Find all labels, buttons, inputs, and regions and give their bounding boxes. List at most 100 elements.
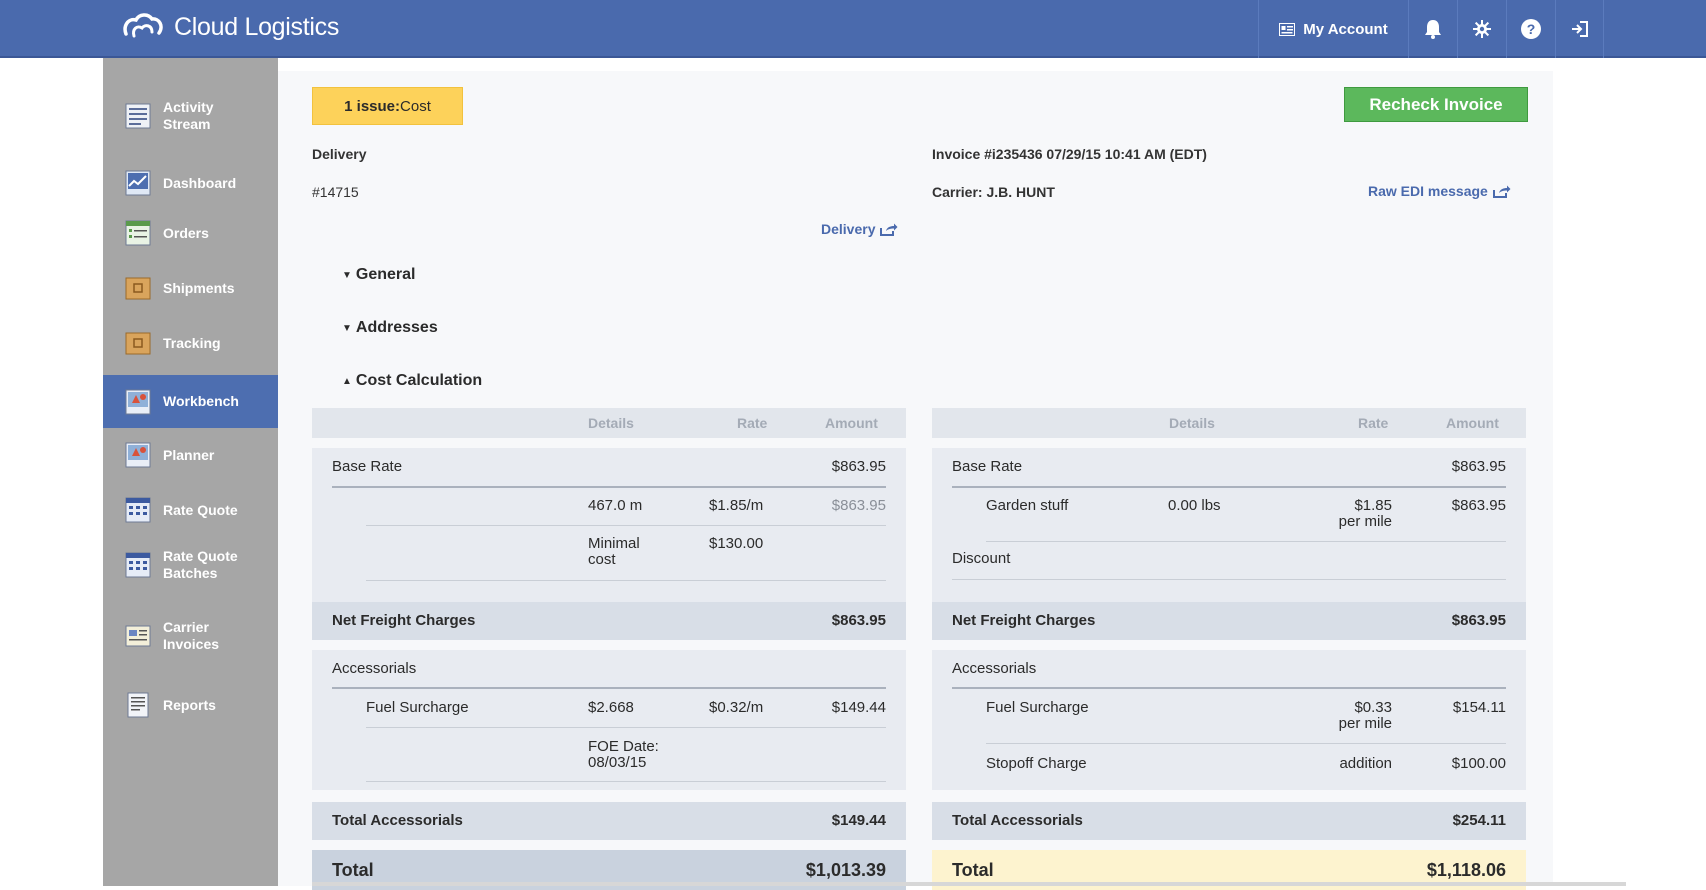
rate-value: $0.32/m [709,699,764,716]
invoice-info: Invoice #i235436 07/29/15 10:41 AM (EDT) [932,146,1207,162]
sidebar-item-label: Carrier Invoices [163,619,220,652]
section-general[interactable]: ▼ General [342,266,416,284]
cloud-logo-icon [123,13,163,38]
sidebar-item-activity-stream[interactable]: Activity Stream [103,91,278,141]
account-card-icon [1279,22,1296,36]
tracking-icon [125,332,151,355]
detail-value: $2.668 [588,699,634,716]
section-addresses[interactable]: ▼ Addresses [342,319,438,337]
accessorial-name: Fuel Surcharge [986,699,1089,716]
sidebar-item-rate-quote-batches[interactable]: Rate Quote Batches [103,540,278,590]
rate-value: $1.85 per mile [1338,497,1392,530]
my-account-label: My Account [1303,20,1388,38]
rate-value: $1.85/m [709,497,764,514]
rate-quote-icon [125,497,151,523]
section-cost-calculation[interactable]: ▲ Cost Calculation [342,372,482,390]
activity-stream-icon [125,103,151,129]
horizontal-scrollbar[interactable] [312,882,1626,886]
detail-value: Minimal cost [588,535,640,568]
issue-badge[interactable]: 1 issue: Cost [312,87,463,125]
logo[interactable]: Cloud Logistics [122,12,339,42]
discount-label: Discount [952,550,1011,567]
delivery-link-label: Delivery [821,221,876,237]
top-nav: My Account ? [1258,0,1604,58]
table-header: Details Rate Amount [312,408,906,438]
raw-edi-label: Raw EDI message [1368,183,1488,199]
col-rate: Rate [1358,415,1389,431]
sidebar-item-dashboard[interactable]: Dashboard [103,158,278,208]
external-link-icon [880,223,898,236]
net-freight-amount: $863.95 [1451,612,1506,629]
divider [366,781,886,782]
sidebar-item-label: Rate Quote Batches [163,548,238,581]
col-amount: Amount [825,415,878,431]
total-amount: $1,118.06 [1426,860,1506,880]
net-freight-row: Net Freight Charges $863.95 [932,602,1526,640]
settings-button[interactable] [1457,0,1506,58]
total-accessorials-label: Total Accessorials [952,812,1083,829]
table-header: Details Rate Amount [932,408,1526,438]
base-rate-label: Base Rate [332,458,403,475]
sidebar-item-carrier-invoices[interactable]: Carrier Invoices [103,611,278,661]
total-accessorials-row: Total Accessorials $149.44 [312,802,906,840]
detail-value: FOE Date: 08/03/15 [588,738,659,771]
amount-value: $100.00 [1451,755,1506,772]
sidebar-item-orders[interactable]: Orders [103,208,278,258]
net-freight-label: Net Freight Charges [952,612,1096,629]
sidebar-item-label: Activity Stream [163,99,214,132]
total-amount: $1,013.39 [805,860,886,880]
sidebar-item-reports[interactable]: Reports [103,680,278,730]
notifications-button[interactable] [1408,0,1457,58]
accessorials-block: Accessorials Fuel Surcharge $2.668 $0.32… [312,650,906,790]
shipments-icon [125,277,151,300]
sidebar-item-label: Shipments [163,279,235,296]
svg-text:?: ? [1527,21,1536,37]
sidebar-item-planner[interactable]: Planner [103,430,278,480]
divider [332,687,886,689]
sidebar-item-tracking[interactable]: Tracking [103,318,278,368]
issue-count: 1 issue: [344,97,401,115]
divider [366,727,886,728]
base-rate-label: Base Rate [952,458,1023,475]
top-bar: Cloud Logistics My Account ? [0,0,1706,58]
sidebar-item-workbench[interactable]: Workbench [103,375,278,428]
col-rate: Rate [737,415,768,431]
section-title: General [355,266,416,283]
app-title: Cloud Logistics [174,12,340,41]
accessorials-block: Accessorials Fuel Surcharge $0.33 per mi… [932,650,1526,790]
sidebar-item-rate-quote[interactable]: Rate Quote [103,485,278,535]
divider [952,579,1506,580]
my-account-button[interactable]: My Account [1258,0,1408,58]
col-details: Details [1169,415,1215,431]
divider [366,580,886,581]
raw-edi-link[interactable]: Raw EDI message [1368,183,1511,199]
sidebar-item-shipments[interactable]: Shipments [103,263,278,313]
help-button[interactable]: ? [1506,0,1555,58]
sidebar-item-label: Planner [163,446,215,463]
sidebar-item-label: Workbench [163,393,239,409]
base-rate-block: Base Rate $863.95 467.0 m $1.85/m $863.9… [312,448,906,602]
base-rate-amount: $863.95 [831,458,886,475]
base-rate-amount: $863.95 [1451,458,1506,475]
col-details: Details [588,415,634,431]
collapse-triangle-icon: ▼ [342,269,352,281]
sidebar-item-label: Rate Quote [163,501,238,518]
recheck-invoice-button[interactable]: Recheck Invoice [1344,87,1528,122]
net-freight-label: Net Freight Charges [332,612,476,629]
net-freight-amount: $863.95 [831,612,886,629]
sidebar-item-label: Dashboard [163,174,237,191]
accessorials-label: Accessorials [332,660,417,677]
rate-quote-batches-icon [125,552,151,578]
amount-value: $154.11 [1452,699,1506,716]
delivery-link[interactable]: Delivery [821,221,898,237]
planner-icon [125,442,151,468]
issue-type: Cost [400,97,431,115]
divider [332,486,886,488]
section-title: Addresses [355,319,438,336]
delivery-label: Delivery [312,146,367,162]
sidebar: Activity Stream Dashboard Orders Shipmen… [103,58,278,886]
reports-icon [127,692,149,718]
divider [986,541,1506,542]
help-icon: ? [1521,19,1541,39]
logout-button[interactable] [1555,0,1604,58]
